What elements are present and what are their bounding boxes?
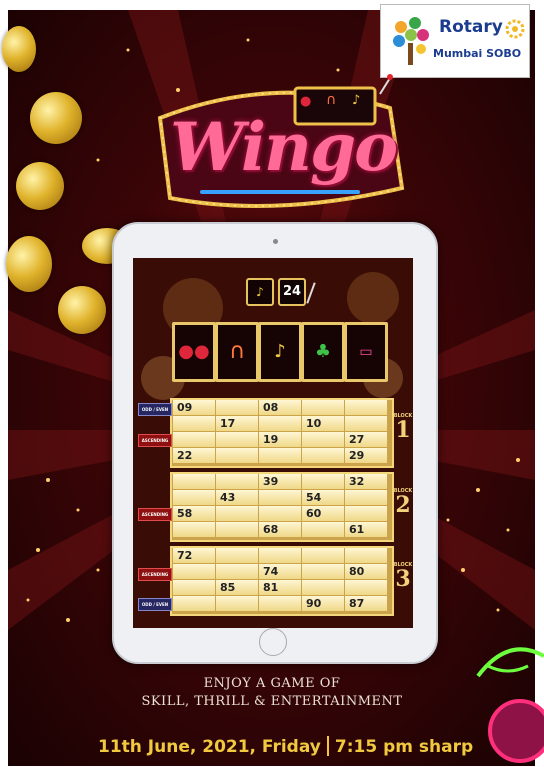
number-cell — [345, 490, 387, 505]
number-cell — [173, 564, 215, 579]
home-button[interactable] — [259, 628, 287, 656]
number-cell — [259, 548, 301, 563]
club-name: Mumbai SOBO — [433, 47, 522, 60]
number-cell: 08 — [259, 400, 301, 415]
logo-reel-bell-icon: ♪ — [352, 93, 361, 108]
number-cell: 72 — [173, 548, 215, 563]
reel-horseshoe-icon: ∩ — [215, 322, 259, 382]
number-cell — [216, 596, 258, 611]
number-cell — [345, 416, 387, 431]
number-cell: 87 — [345, 596, 387, 611]
separator — [326, 736, 329, 756]
side-label-ascending: ASCENDING — [138, 508, 172, 521]
reel-cherry-icon: ●● — [172, 322, 216, 382]
event-date: 11th June, 2021, Friday — [98, 737, 321, 757]
logo-reel-cherry-icon: ● — [300, 94, 312, 109]
side-label-ascending: ASCENDING — [138, 568, 172, 581]
number-cell — [302, 432, 344, 447]
number-cell — [216, 564, 258, 579]
number-cell: 22 — [173, 448, 215, 463]
number-cell — [216, 432, 258, 447]
number-cell: 58 — [173, 506, 215, 521]
number-cell: 32 — [345, 474, 387, 489]
number-cell: 43 — [216, 490, 258, 505]
rotary-name: Rotary — [439, 17, 503, 37]
number-cell — [302, 564, 344, 579]
number-cell: 61 — [345, 522, 387, 537]
logo-reel-horseshoe-icon: ∩ — [326, 92, 337, 108]
number-cell: 54 — [302, 490, 344, 505]
number-cell: 27 — [345, 432, 387, 447]
number-cell: 74 — [259, 564, 301, 579]
number-cell — [216, 522, 258, 537]
number-cell — [302, 580, 344, 595]
number-cell — [345, 400, 387, 415]
number-cell — [345, 506, 387, 521]
block-2-label: BLOCK 2 — [393, 488, 413, 518]
reel-ticket-icon: ▭ — [344, 322, 388, 382]
number-cell — [173, 416, 215, 431]
number-cell — [173, 474, 215, 489]
number-cell — [173, 432, 215, 447]
number-cell — [345, 580, 387, 595]
side-label-odd-even: ODD / EVEN — [138, 598, 172, 611]
draw-bell-icon: ♪ — [246, 278, 274, 306]
gold-coin — [16, 162, 64, 210]
number-cell — [216, 474, 258, 489]
number-cell — [302, 474, 344, 489]
number-cell — [259, 596, 301, 611]
number-cell — [216, 548, 258, 563]
number-cell — [173, 580, 215, 595]
gold-coin — [30, 92, 82, 144]
number-cell: 90 — [302, 596, 344, 611]
number-cell — [259, 416, 301, 431]
drawn-number: 24 — [278, 278, 306, 306]
number-cell: 09 — [173, 400, 215, 415]
number-cell — [302, 522, 344, 537]
number-cell — [173, 596, 215, 611]
wingo-title: Wingo — [170, 108, 398, 186]
number-cell — [302, 400, 344, 415]
number-cell: 19 — [259, 432, 301, 447]
number-cell — [302, 448, 344, 463]
event-datetime: 11th June, 2021, Friday 7:15 pm sharp — [98, 736, 473, 757]
number-cell: 39 — [259, 474, 301, 489]
number-cell — [302, 548, 344, 563]
gold-coin — [58, 286, 106, 334]
reel-bell-icon: ♪ — [258, 322, 302, 382]
event-time: 7:15 pm sharp — [334, 737, 474, 757]
gold-coin — [2, 26, 36, 72]
number-cell: 10 — [302, 416, 344, 431]
number-cell: 81 — [259, 580, 301, 595]
number-cell: 60 — [302, 506, 344, 521]
number-cell: 29 — [345, 448, 387, 463]
number-cell — [259, 448, 301, 463]
side-label-odd-even: ODD / EVEN — [138, 403, 172, 416]
number-cell — [173, 522, 215, 537]
number-cell — [345, 548, 387, 563]
number-cell: 80 — [345, 564, 387, 579]
number-cell: 85 — [216, 580, 258, 595]
number-cell: 68 — [259, 522, 301, 537]
logo-underline — [200, 190, 360, 194]
gold-coin — [6, 236, 52, 292]
number-cell — [216, 448, 258, 463]
block-3-label: BLOCK 3 — [393, 562, 413, 592]
rotary-logo: Rotary Mumbai SOBO — [380, 4, 530, 78]
block-1-label: BLOCK 1 — [393, 413, 413, 443]
reel-clover-icon: ♣ — [301, 322, 345, 382]
rotary-wheel-icon — [505, 19, 525, 39]
tagline-line-1: ENJOY A GAME OF — [203, 676, 341, 691]
number-cell — [259, 490, 301, 505]
number-cell: 17 — [216, 416, 258, 431]
side-label-ascending: ASCENDING — [138, 434, 172, 447]
number-cell — [216, 506, 258, 521]
tree-icon — [393, 17, 429, 65]
number-cell — [216, 400, 258, 415]
camera-dot — [273, 239, 278, 244]
number-cell — [173, 490, 215, 505]
tagline-line-2: SKILL, THRILL & ENTERTAINMENT — [141, 694, 403, 709]
number-cell — [259, 506, 301, 521]
